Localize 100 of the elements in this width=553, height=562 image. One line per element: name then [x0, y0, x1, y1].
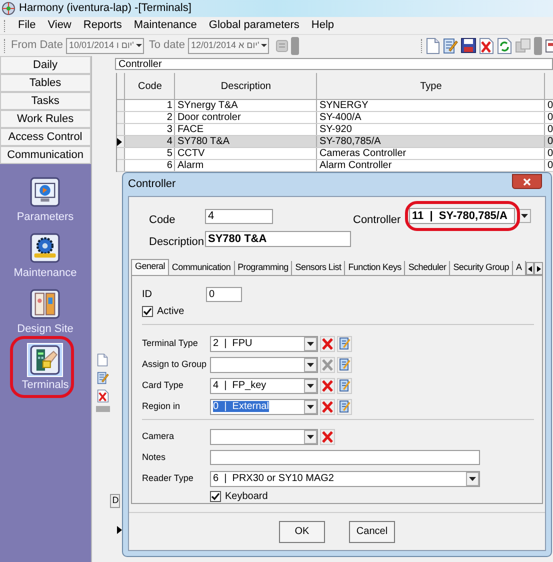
check-icon: [143, 306, 152, 316]
controller-label: Controller: [353, 213, 401, 228]
new-document-icon[interactable]: [97, 352, 108, 368]
sidebar-section-button[interactable]: Work Rules: [0, 110, 91, 128]
menu-item[interactable]: Help: [305, 17, 340, 34]
from-date-field[interactable]: 10/01/2014 יום ו': [66, 38, 144, 54]
new-document-icon[interactable]: [426, 38, 440, 54]
delete-icon[interactable]: [96, 388, 109, 404]
field-label: Card Type: [142, 378, 184, 392]
menu-item[interactable]: Maintenance: [128, 17, 203, 34]
toolbar-overflow-button[interactable]: [534, 36, 542, 54]
close-button[interactable]: [512, 174, 542, 189]
dropdown-button[interactable]: [304, 378, 317, 392]
dropdown-button[interactable]: [304, 400, 317, 414]
row-selector[interactable]: [117, 136, 126, 147]
dropdown-button[interactable]: [304, 430, 317, 444]
id-field[interactable]: 0: [206, 286, 242, 302]
edit-button[interactable]: [337, 398, 352, 414]
code-field[interactable]: 4: [205, 209, 273, 224]
checkbox[interactable]: [142, 306, 153, 316]
table-cell-text: 0: [546, 136, 553, 147]
menu-item[interactable]: Global parameters: [202, 17, 306, 34]
row-pointer-icon: [117, 138, 122, 146]
sidebar-section-button[interactable]: Communication: [0, 146, 91, 164]
field-label: Camera: [142, 430, 176, 443]
x-icon: [322, 380, 333, 392]
active-label: Active: [157, 304, 184, 318]
table-cell: SYnergy T&A: [175, 100, 318, 111]
edit-button[interactable]: [337, 378, 352, 394]
window-title: Harmony (iventura-lap) -[Terminals]: [19, 1, 192, 16]
edit-icon[interactable]: [96, 370, 109, 386]
clear-button[interactable]: [320, 428, 335, 444]
clear-button[interactable]: [320, 398, 335, 414]
combo-box[interactable]: 0 | External: [210, 398, 318, 414]
filter-icon[interactable]: [276, 40, 288, 52]
edit-button[interactable]: [337, 356, 352, 372]
to-date-field[interactable]: 12/01/2014 יום א': [188, 38, 270, 54]
tab[interactable]: General: [131, 259, 169, 275]
description-field[interactable]: SY780 T&A: [205, 231, 351, 247]
tab-scroll-right-button[interactable]: [534, 262, 543, 275]
check-icon: [211, 492, 220, 500]
edit-icon: [338, 358, 350, 371]
keyboard-label: Keyboard: [225, 490, 268, 504]
toolbar-overflow-button[interactable]: [291, 36, 300, 54]
delete-icon[interactable]: [479, 38, 494, 54]
table-cell: 6: [125, 160, 176, 171]
menu-item[interactable]: Reports: [77, 17, 128, 34]
checkbox[interactable]: [210, 490, 221, 502]
sidebar-section-button[interactable]: Tables: [0, 74, 91, 92]
table-cell: SY-920: [317, 124, 546, 135]
caret-icon: [307, 342, 314, 346]
x-icon: [322, 400, 333, 412]
gear-icon[interactable]: [30, 233, 60, 263]
dialog-button[interactable]: Cancel: [349, 520, 395, 542]
edit-button[interactable]: [337, 336, 352, 352]
table-cell: SYNERGY: [317, 100, 546, 111]
grid-button[interactable]: D: [110, 494, 120, 508]
refresh-icon[interactable]: [497, 38, 512, 54]
table-cell: Cameras Controller: [317, 148, 546, 159]
notes-field[interactable]: [210, 450, 480, 465]
clear-button[interactable]: [320, 336, 335, 352]
combo-box[interactable]: 4 | FP_key: [210, 378, 318, 394]
report-icon[interactable]: [545, 38, 553, 52]
combo-box[interactable]: 6 | PRX30 or SY10 MAG2: [210, 470, 480, 486]
column-header[interactable]: Code: [125, 73, 176, 99]
column-header[interactable]: Type: [317, 73, 546, 99]
id-label: ID: [142, 288, 153, 302]
door-icon[interactable]: [30, 289, 60, 319]
field-label: Notes: [142, 450, 167, 464]
sidebar-section-button[interactable]: Tasks: [0, 92, 91, 110]
x-icon: [322, 338, 333, 350]
table-cell-text: 0: [546, 112, 553, 123]
edit-icon[interactable]: [443, 38, 458, 54]
controller-field[interactable]: 11 | SY-780,785/A: [409, 208, 515, 224]
table-cell: SY-780,785/A: [317, 136, 546, 147]
dropdown-button[interactable]: [304, 336, 317, 350]
combo-box[interactable]: 2 | FPU: [210, 336, 318, 352]
menu-item[interactable]: View: [42, 17, 78, 34]
table-cell: SY780 T&A: [175, 136, 318, 147]
table-cell: FACE: [175, 124, 318, 135]
caret-icon: [521, 214, 528, 218]
dropdown-button[interactable]: [304, 358, 317, 372]
monitor-icon[interactable]: [30, 177, 60, 207]
table-cell: 2: [125, 112, 176, 123]
menu-item[interactable]: File: [12, 17, 42, 34]
caret-icon: [469, 476, 476, 480]
dropdown-button[interactable]: [466, 472, 479, 486]
sidebar-section-button[interactable]: Access Control: [0, 128, 91, 146]
x-icon: [322, 430, 333, 442]
column-header[interactable]: Description: [175, 73, 318, 99]
code-label: Code: [149, 213, 176, 228]
sidebar-section-button[interactable]: Daily: [0, 56, 91, 74]
dialog-button[interactable]: OK: [279, 520, 325, 542]
terminal-icon[interactable]: [30, 345, 60, 375]
table-cell: Alarm: [175, 160, 318, 171]
table-cell: 1: [125, 100, 176, 111]
save-icon[interactable]: [461, 38, 476, 53]
clear-button[interactable]: [320, 378, 335, 394]
caret-icon: [261, 44, 268, 47]
table-cell: SY-400/A: [317, 112, 546, 123]
